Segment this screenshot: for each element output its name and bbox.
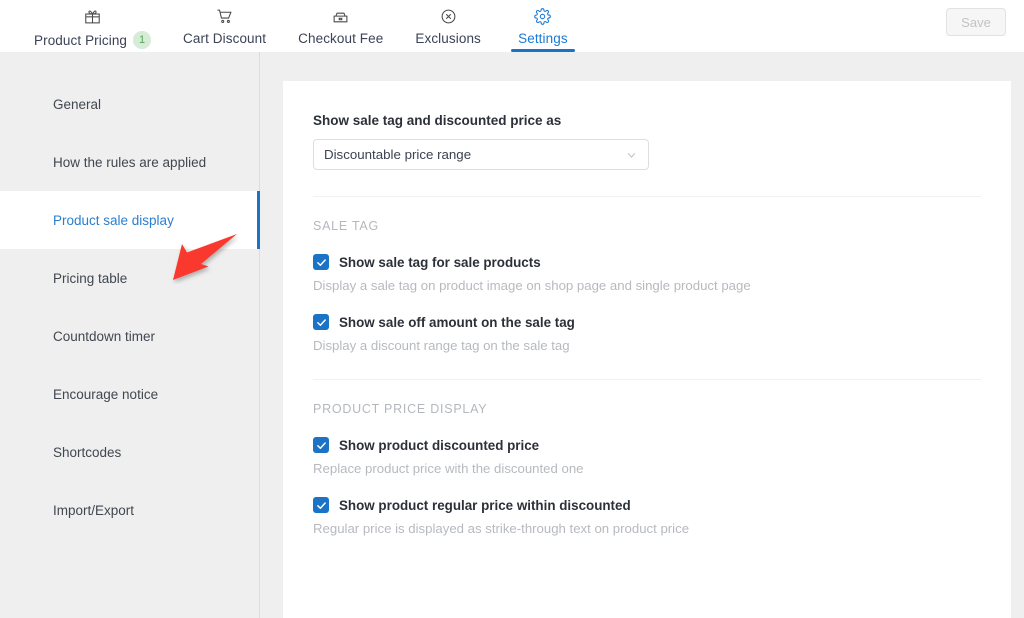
checkbox-row-show-sale-off-amount-on-the-sale-tag[interactable]: Show sale off amount on the sale tag [313, 314, 981, 330]
checkbox-row-show-product-discounted-price[interactable]: Show product discounted price [313, 437, 981, 453]
tab-label: Settings [518, 31, 568, 46]
sidebar-item-encourage-notice[interactable]: Encourage notice [0, 365, 259, 423]
page-body: Settings General How the rules are appli… [0, 52, 1024, 618]
sidebar-item-import-export[interactable]: Import/Export [0, 481, 259, 539]
sidebar-item-countdown-timer[interactable]: Countdown timer [0, 307, 259, 365]
settings-sidebar: General How the rules are applied Produc… [0, 52, 260, 618]
checkbox-help-text: Regular price is displayed as strike-thr… [313, 521, 690, 536]
sidebar-item-general[interactable]: General [0, 75, 259, 133]
shopping-cart-icon [216, 6, 233, 26]
display-mode-label: Show sale tag and discounted price as [313, 113, 562, 128]
sidebar-item-product-sale-display[interactable]: Product sale display [0, 191, 260, 249]
tab-label: Product Pricing [34, 32, 128, 48]
section-divider [313, 196, 981, 197]
tab-product-pricing[interactable]: Product Pricing 1 [18, 0, 167, 52]
sidebar-item-label: Encourage notice [53, 386, 159, 402]
sidebar-item-label: Product sale display [53, 212, 174, 228]
checkbox-label: Show sale off amount on the sale tag [339, 314, 575, 330]
gear-icon [534, 6, 552, 26]
checkbox-checked-icon[interactable] [313, 437, 329, 453]
checkbox-checked-icon[interactable] [313, 314, 329, 330]
sidebar-item-label: Pricing table [53, 270, 128, 286]
display-mode-selected-value: Discountable price range [324, 147, 472, 162]
section-divider [313, 379, 981, 380]
circle-x-icon [440, 6, 457, 26]
sidebar-item-how-the-rules-are-applied[interactable]: How the rules are applied [0, 133, 259, 191]
top-tab-bar: Product Pricing 1 Cart Discount Checkout… [0, 0, 1024, 52]
sidebar-item-label: How the rules are applied [53, 154, 207, 170]
settings-content-panel: Show sale tag and discounted price as Di… [283, 81, 1011, 618]
checkbox-label: Show product regular price within discou… [339, 497, 631, 513]
tab-label: Checkout Fee [298, 31, 384, 46]
tab-cart-discount[interactable]: Cart Discount [167, 0, 282, 52]
checkbox-row-show-product-regular-price-within-discounted[interactable]: Show product regular price within discou… [313, 497, 981, 513]
sidebar-item-shortcodes[interactable]: Shortcodes [0, 423, 259, 481]
tab-exclusions[interactable]: Exclusions [399, 0, 497, 52]
checkbox-row-show-sale-tag-for-sale-products[interactable]: Show sale tag for sale products [313, 254, 981, 270]
section-title-product-price-display: PRODUCT PRICE DISPLAY [313, 402, 488, 416]
sidebar-item-label: General [53, 96, 102, 112]
section-title-sale-tag: SALE TAG [313, 219, 379, 233]
tab-settings[interactable]: Settings [497, 0, 589, 52]
sidebar-item-label: Import/Export [53, 502, 135, 518]
checkout-counter-icon [332, 6, 349, 26]
save-button[interactable]: Save [946, 8, 1006, 36]
checkbox-help-text: Display a discount range tag on the sale… [313, 338, 570, 353]
display-mode-select[interactable]: Discountable price range [313, 139, 649, 170]
tab-list: Product Pricing 1 Cart Discount Checkout… [0, 0, 589, 52]
sidebar-item-label: Shortcodes [53, 444, 122, 460]
checkbox-checked-icon[interactable] [313, 254, 329, 270]
tab-label: Exclusions [415, 31, 481, 46]
tab-checkout-fee[interactable]: Checkout Fee [282, 0, 399, 52]
checkbox-checked-icon[interactable] [313, 497, 329, 513]
tab-label: Cart Discount [183, 31, 267, 46]
checkbox-label: Show product discounted price [339, 437, 540, 453]
tab-badge-count: 1 [133, 31, 152, 49]
chevron-down-icon [625, 148, 638, 161]
checkbox-help-text: Display a sale tag on product image on s… [313, 278, 751, 293]
sidebar-item-label: Countdown timer [53, 328, 156, 344]
gift-icon [84, 6, 101, 26]
checkbox-help-text: Replace product price with the discounte… [313, 461, 584, 476]
sidebar-item-pricing-table[interactable]: Pricing table [0, 249, 259, 307]
save-button-container: Save [946, 0, 1024, 36]
checkbox-label: Show sale tag for sale products [339, 254, 541, 270]
